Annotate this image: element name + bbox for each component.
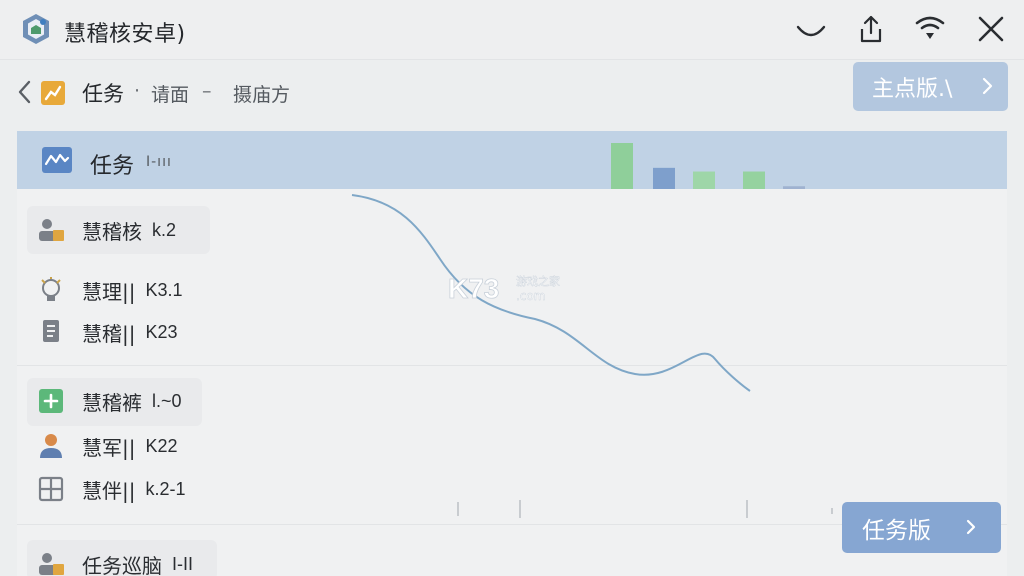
- list-item[interactable]: 慧军|| K22: [36, 430, 178, 462]
- close-icon[interactable]: [975, 13, 1007, 45]
- breadcrumb-subtitle[interactable]: 请面: [151, 80, 189, 107]
- person-icon: [36, 432, 66, 460]
- task-button-label: 任务版: [862, 517, 931, 544]
- list-item[interactable]: 慧理|| K3.1: [36, 274, 183, 306]
- mini-bar-chart: [611, 143, 805, 189]
- share-icon[interactable]: [855, 13, 887, 45]
- list-item-label: 慧稽裤: [82, 390, 142, 415]
- list-item-code: I-II: [172, 553, 193, 574]
- list-item-label: 慧军||: [82, 435, 136, 460]
- wifi-icon[interactable]: [914, 13, 946, 45]
- list-item-code: k.2: [152, 219, 177, 240]
- chevron-right-icon: [966, 519, 976, 535]
- list-item-code: K22: [145, 435, 178, 456]
- list-item[interactable]: 慧稽|| K23: [36, 316, 178, 348]
- user-at-desk-icon: [36, 216, 66, 244]
- lightbulb-icon: [36, 276, 66, 304]
- breadcrumb-dash: –: [202, 80, 212, 102]
- panel-header-tag: I-ııı: [146, 154, 172, 170]
- mini-bar: [653, 167, 675, 189]
- title-bar: 慧稽核安卓): [0, 0, 1024, 60]
- list-item-code: k.2-1: [145, 478, 186, 499]
- list-item-label: 任务巡脑: [82, 553, 162, 576]
- list-item[interactable]: 任务巡脑 I-II: [36, 548, 193, 576]
- list-item[interactable]: 慧稽核 k.2: [36, 214, 176, 246]
- task-version-button[interactable]: 任务版: [842, 502, 1001, 553]
- version-button[interactable]: 主点版.\: [853, 62, 1008, 111]
- list-item[interactable]: 慧伴|| k.2-1: [36, 473, 186, 505]
- wave-chart-icon: [42, 147, 72, 173]
- minimize-icon[interactable]: [795, 13, 827, 45]
- list-item[interactable]: 慧稽裤 l.~0: [36, 385, 182, 417]
- user-at-desk-icon: [36, 550, 66, 576]
- mini-bar: [693, 171, 715, 189]
- list-item-label: 慧理||: [82, 279, 136, 304]
- breadcrumb-extra[interactable]: 摄庙方: [233, 80, 290, 107]
- list-item-code: K23: [145, 321, 178, 342]
- panel-header-label: 任务: [90, 154, 135, 179]
- app-title: 慧稽核安卓): [64, 22, 186, 47]
- mini-bar: [743, 171, 765, 189]
- group-divider: [17, 365, 1007, 366]
- breadcrumb-separator: ·: [134, 80, 141, 102]
- mini-bar: [611, 143, 633, 189]
- grid-icon: [36, 475, 66, 503]
- version-button-label: 主点版.\: [872, 76, 953, 102]
- list-item-label: 慧伴||: [82, 478, 136, 503]
- chevron-right-icon: [982, 77, 993, 95]
- breadcrumb-title[interactable]: 任务: [82, 78, 124, 108]
- plus-icon: [36, 387, 66, 415]
- list-item-code: l.~0: [152, 390, 182, 411]
- back-chevron-icon[interactable]: [14, 78, 36, 106]
- list-item-label: 慧稽||: [82, 321, 136, 346]
- list-item-code: K3.1: [145, 279, 183, 300]
- task-chart-icon: [40, 80, 66, 106]
- app-logo-icon: [19, 12, 53, 46]
- document-icon: [36, 318, 66, 346]
- list-item-label: 慧稽核: [82, 219, 142, 244]
